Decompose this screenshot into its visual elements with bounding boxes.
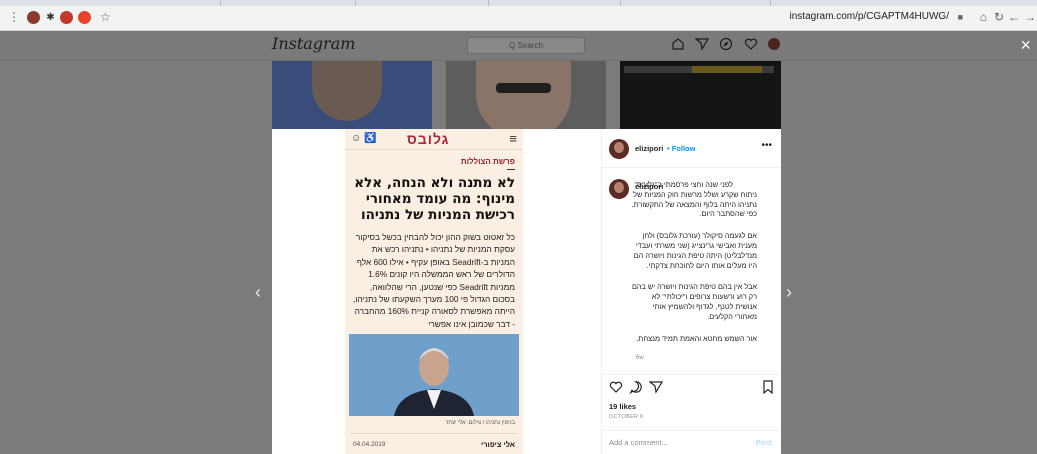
kicker-divider xyxy=(507,169,515,170)
article-author: אלי ציפורי xyxy=(480,440,515,449)
post-comment-button[interactable]: Post xyxy=(756,438,772,447)
reload-icon[interactable]: ↻ xyxy=(994,10,1004,24)
more-options-icon[interactable]: ••• xyxy=(761,140,772,151)
article-lead: כל זאטוט בשוק ההון יכול להבחין בכשל בסיק… xyxy=(353,232,515,329)
post-header: elizipori • Follow ••• xyxy=(602,129,781,168)
hamburger-menu-icon: ≡ xyxy=(509,131,517,146)
thumbnail-sunglasses xyxy=(496,83,551,93)
instagram-nav-bar: Instagram Q Search xyxy=(0,31,1037,61)
thumbnail-figure xyxy=(476,61,571,139)
post-modal: ≡ גלובס ♿ ☺ פרשת הצוללות לא מתנה ולא הנח… xyxy=(272,129,781,454)
activity-heart-icon[interactable] xyxy=(744,37,758,51)
post-username[interactable]: elizipori xyxy=(635,144,663,153)
thumbnail-figure xyxy=(312,61,382,121)
home-icon[interactable] xyxy=(671,37,685,51)
home-browser-icon[interactable]: ⌂ xyxy=(980,10,987,24)
like-heart-icon[interactable] xyxy=(609,380,623,397)
photo-caption: בנימין נתניהו / צילום: אלי יצחר xyxy=(445,420,515,426)
avatar-face xyxy=(614,182,624,193)
share-icon[interactable] xyxy=(648,380,664,397)
next-post-arrow-icon[interactable]: › xyxy=(786,282,792,303)
extension-puzzle-icon[interactable]: ✱ xyxy=(44,11,57,24)
save-bookmark-icon[interactable] xyxy=(762,380,774,397)
extension-red-icon[interactable] xyxy=(60,11,73,24)
previous-post-arrow-icon[interactable]: ‹ xyxy=(255,282,261,303)
forward-icon[interactable]: → xyxy=(1024,10,1036,24)
article-kicker: פרשת הצוללות xyxy=(460,157,515,166)
profile-avatar[interactable] xyxy=(768,38,780,50)
post-actions: 19 likes OCTOBER 6 Add a comment... Post xyxy=(602,374,781,454)
search-input[interactable]: Q Search xyxy=(467,37,585,54)
likes-count[interactable]: 19 likes xyxy=(609,402,636,411)
article-header: ≡ גלובס ♿ ☺ xyxy=(345,129,523,150)
extension-orange-icon[interactable] xyxy=(78,11,91,24)
address-bar-url[interactable]: instagram.com/p/CGAPTM4HUWG/ xyxy=(790,11,949,22)
article-headline: לא מתנה ולא הנחה, אלא מינוף: מה עומד מאח… xyxy=(354,175,515,223)
caption-age[interactable]: 6w xyxy=(636,355,644,361)
back-icon[interactable]: ← xyxy=(1008,10,1020,24)
user-accessibility-icon: ♿ ☺ xyxy=(351,133,377,144)
caption-paragraph: אבל אין בהם טיפת הגינות ויושרה יש בהם רק… xyxy=(631,282,757,321)
video-progress xyxy=(692,66,762,73)
extension-avatar-icon[interactable] xyxy=(27,11,40,24)
article-photo xyxy=(349,334,519,416)
post-image: ≡ גלובס ♿ ☺ פרשת הצוללות לא מתנה ולא הנח… xyxy=(272,129,601,454)
avatar-face xyxy=(614,142,624,153)
post-date[interactable]: OCTOBER 6 xyxy=(609,414,643,420)
comment-input[interactable]: Add a comment... xyxy=(609,438,668,447)
article-footer: אלי ציפורי 04.04.2019 xyxy=(351,433,517,454)
bookmark-star-icon[interactable]: ☆ xyxy=(100,10,111,24)
instagram-logo[interactable]: Instagram xyxy=(272,34,355,53)
close-modal-icon[interactable]: × xyxy=(1020,36,1031,54)
comment-icon[interactable] xyxy=(629,380,643,397)
caption-avatar[interactable] xyxy=(609,179,629,199)
browser-toolbar: ⋮ ✱ ☆ instagram.com/p/CGAPTM4HUWG/ ■ ⌂ ↻… xyxy=(0,6,1037,31)
explore-icon[interactable] xyxy=(719,37,733,51)
user-avatar[interactable] xyxy=(609,139,629,159)
caption-paragraph: לפני שנה וחצי פרסמתי ב"גלובס" ניתוח שקרע… xyxy=(631,180,757,219)
caption-paragraph: אם לגעמה סיקולר (עורכת גלובס) ולחן מענית… xyxy=(633,231,757,270)
post-sidebar: elizipori • Follow ••• elizipori לפני שנ… xyxy=(601,129,781,454)
direct-icon[interactable] xyxy=(694,37,710,51)
post-caption: לפני שנה וחצי פרסמתי ב"גלובס" ניתוח שקרע… xyxy=(629,180,757,355)
caption-paragraph: אור השמש מחטא והאמת תמיד מנצחת. xyxy=(636,333,757,343)
follow-button[interactable]: • Follow xyxy=(667,144,695,153)
lock-icon: ■ xyxy=(957,12,963,22)
globes-logo: גלובס xyxy=(407,131,450,147)
apps-menu-icon[interactable]: ⋮ xyxy=(8,10,20,24)
article-screenshot: ≡ גלובס ♿ ☺ פרשת הצוללות לא מתנה ולא הנח… xyxy=(345,129,523,454)
article-date: 04.04.2019 xyxy=(353,441,386,448)
comment-bar: Add a comment... Post xyxy=(602,430,781,454)
